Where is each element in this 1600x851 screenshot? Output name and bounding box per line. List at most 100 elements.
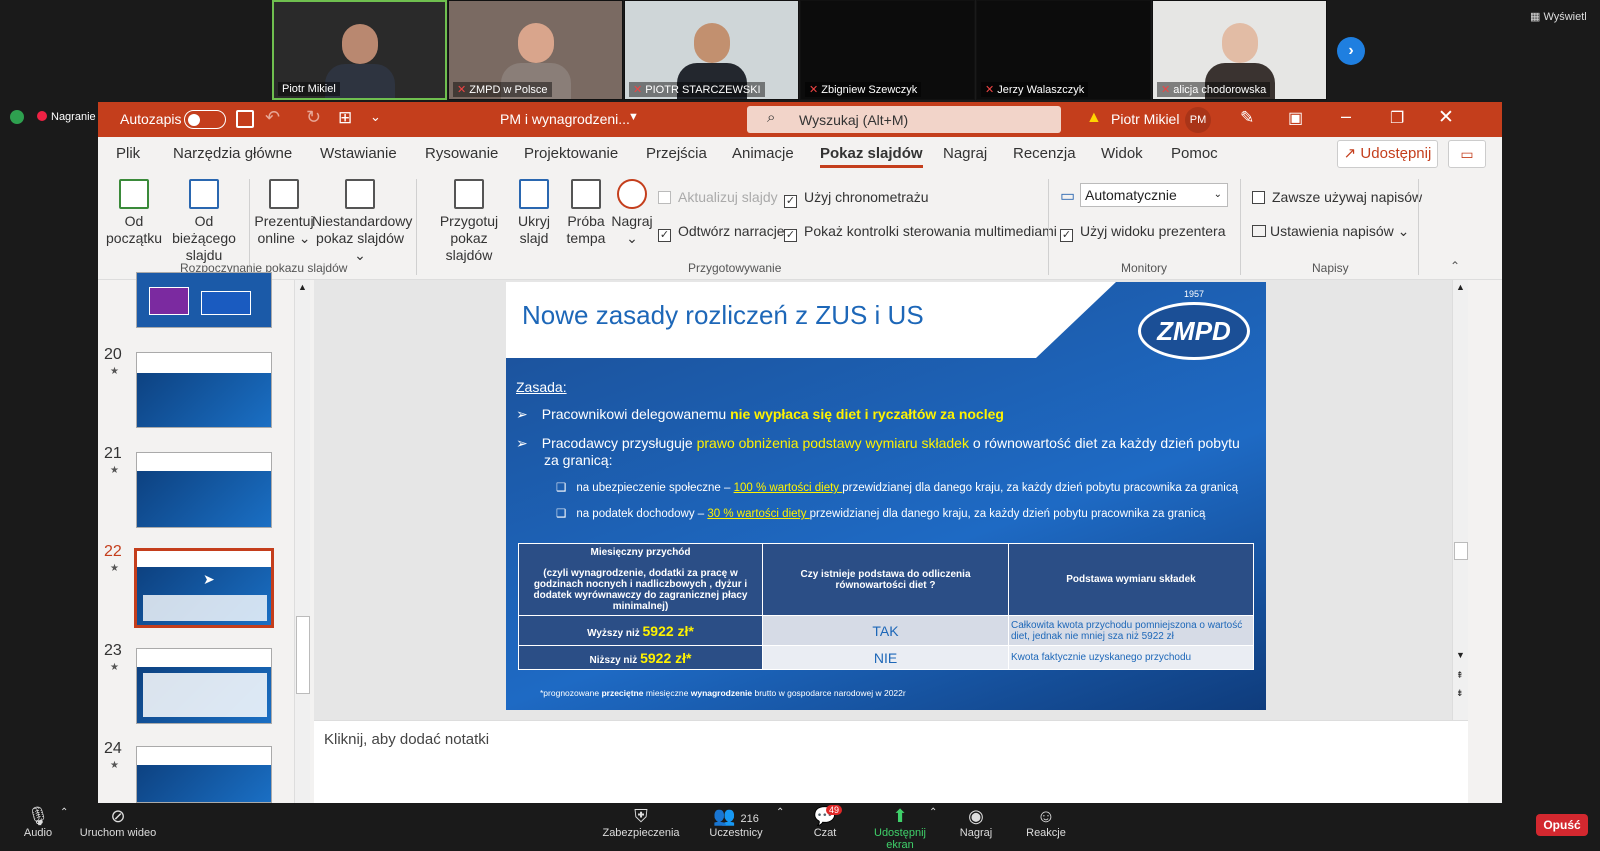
video-button[interactable]: ⊘ Uruchom wideo <box>78 803 158 839</box>
pen-icon[interactable]: ✎ <box>1240 108 1254 128</box>
tab-pokaz-slajdow[interactable]: Pokaz slajdów <box>820 145 923 168</box>
presentation-icon[interactable]: ⊞ <box>338 108 352 128</box>
slide-thumbnail[interactable] <box>136 452 272 528</box>
comments-button[interactable]: ▭ <box>1448 140 1486 168</box>
participant-tile[interactable]: ✕ Zbigniew Szewczyk <box>800 0 975 100</box>
scrollbar-thumb[interactable] <box>296 616 310 694</box>
search-box[interactable]: ⌕ Wyszukaj (Alt+M) <box>747 106 1061 133</box>
document-title[interactable]: PM i wynagrodzeni... <box>500 111 630 127</box>
participant-tile[interactable]: ✕ PIOTR STARCZEWSKI <box>624 0 799 100</box>
close-button[interactable]: ✕ <box>1438 106 1454 129</box>
update-slides-checkbox[interactable]: Aktualizuj slajdy <box>658 189 778 205</box>
monitor-select[interactable]: Automatycznie ⌄ <box>1080 183 1228 207</box>
undo-icon[interactable]: ↶ <box>265 107 280 128</box>
present-online-button[interactable]: Prezentuj online ⌄ <box>253 179 315 247</box>
avatar[interactable]: PM <box>1185 107 1211 133</box>
recording-indicator[interactable]: Nagranie <box>37 111 96 123</box>
arrow-bullet-icon: ➢ <box>516 435 528 451</box>
customize-toolbar-icon[interactable]: ⌄ <box>370 109 381 125</box>
slide-thumbnail[interactable] <box>136 272 272 328</box>
tab-plik[interactable]: Plik <box>116 145 140 162</box>
share-screen-button[interactable]: ⬆ Udostępnij ekran <box>860 803 940 851</box>
participant-name: Jerzy Walaszczyk <box>997 84 1085 96</box>
warning-icon[interactable]: ▲ <box>1086 109 1102 127</box>
slide-thumbnail[interactable] <box>136 746 272 803</box>
slide-number: 21 <box>104 445 122 462</box>
scroll-up-icon[interactable]: ▲ <box>298 282 307 292</box>
slide-thumbnail[interactable] <box>136 352 272 428</box>
always-captions-checkbox[interactable]: Zawsze używaj napisów <box>1252 189 1422 205</box>
participant-tile[interactable]: Piotr Mikiel <box>272 0 447 100</box>
next-participants-button[interactable]: › <box>1337 37 1365 65</box>
minimize-button[interactable]: – <box>1341 106 1351 127</box>
separator <box>1240 179 1241 275</box>
tab-projektowanie[interactable]: Projektowanie <box>524 145 618 162</box>
tab-recenzja[interactable]: Recenzja <box>1013 145 1076 162</box>
hide-slide-button[interactable]: Ukryj slajd <box>514 179 554 247</box>
slide-thumbnail[interactable] <box>136 648 272 724</box>
participants-icon: 👥 216 <box>713 806 759 826</box>
cursor-icon: ➤ <box>203 571 215 587</box>
notes-pane[interactable]: Kliknij, aby dodać notatki <box>314 720 1468 803</box>
audio-options-icon[interactable]: ⌃ <box>60 807 68 818</box>
participant-tile[interactable]: ✕ Jerzy Walaszczyk <box>976 0 1151 100</box>
redo-icon[interactable]: ↻ <box>306 107 321 128</box>
scroll-down-icon[interactable]: ▼ <box>1456 650 1465 660</box>
user-name[interactable]: Piotr Mikiel <box>1111 111 1179 127</box>
ribbon-display-icon[interactable]: ▣ <box>1288 108 1303 128</box>
previous-slide-icon[interactable]: ⇞ <box>1456 670 1464 681</box>
thumbnails-scrollbar[interactable]: ▲ <box>294 280 310 803</box>
collapse-ribbon-icon[interactable]: ⌃ <box>1450 259 1460 273</box>
security-button[interactable]: ⛨ Zabezpieczenia <box>600 803 682 839</box>
bullet-2: ➢ Pracodawcy przysługuje prawo obniżenia … <box>516 435 1240 468</box>
media-controls-checkbox[interactable]: ✓ Pokaż kontrolki sterowania multimediami <box>784 223 1057 242</box>
muted-mic-icon: ✕ <box>1161 84 1171 96</box>
tab-narzedzia-glowne[interactable]: Narzędzia główne <box>173 145 292 162</box>
zoom-record-button[interactable]: ◉ Nagraj <box>956 803 996 839</box>
presenter-view-checkbox[interactable]: ✓ Użyj widoku prezentera <box>1060 223 1226 242</box>
share-options-icon[interactable]: ⌃ <box>929 807 937 818</box>
participant-tile[interactable]: ✕ alicja chodorowska <box>1152 0 1327 100</box>
audio-button[interactable]: 🎙 Audio <box>18 803 58 839</box>
current-slide[interactable]: Nowe zasady rozliczeń z ZUS i US 1957 ZM… <box>506 282 1266 710</box>
reactions-button[interactable]: ☺ Reakcje <box>1026 803 1066 839</box>
title-dropdown-icon[interactable]: ▼ <box>628 111 639 123</box>
custom-show-button[interactable]: Niestandardowy pokaz slajdów ⌄ <box>312 179 412 264</box>
next-slide-icon[interactable]: ⇟ <box>1456 688 1464 699</box>
participant-name: Piotr Mikiel <box>278 82 340 96</box>
tab-animacje[interactable]: Animacje <box>732 145 794 162</box>
participant-tile[interactable]: ✕ ZMPD w Polsce <box>448 0 623 100</box>
tab-widok[interactable]: Widok <box>1101 145 1143 162</box>
participants-button[interactable]: 👥 216 Uczestnicy <box>706 803 766 839</box>
from-current-button[interactable]: Od bieżącego slajdu <box>162 179 246 264</box>
record-icon <box>617 179 647 209</box>
timer-icon <box>571 179 601 209</box>
autosave-label: Autozapis <box>120 111 182 127</box>
share-button[interactable]: ↗ Udostępnij <box>1337 140 1438 168</box>
mic-icon: 🎙 <box>26 806 50 826</box>
restore-button[interactable]: ❐ <box>1390 108 1404 128</box>
scroll-up-icon[interactable]: ▲ <box>1456 282 1465 292</box>
tab-pomoc[interactable]: Pomoc <box>1171 145 1218 162</box>
tab-wstawianie[interactable]: Wstawianie <box>320 145 397 162</box>
view-button[interactable]: ▦ Wyświetl <box>1530 10 1587 23</box>
from-start-button[interactable]: Od początku <box>106 179 162 247</box>
caption-settings-button[interactable]: Ustawienia napisów ⌄ <box>1252 223 1409 240</box>
muted-mic-icon: ✕ <box>809 84 819 96</box>
save-icon[interactable] <box>236 110 254 128</box>
rehearse-timings-button[interactable]: Próba tempa <box>564 179 608 247</box>
leave-button[interactable]: Opuść <box>1536 814 1588 836</box>
tab-przejscia[interactable]: Przejścia <box>646 145 707 162</box>
tab-rysowanie[interactable]: Rysowanie <box>425 145 498 162</box>
setup-show-button[interactable]: Przygotuj pokaz slajdów <box>426 179 512 264</box>
participants-options-icon[interactable]: ⌃ <box>776 807 784 818</box>
editor-scrollbar[interactable]: ▲ ▼ ⇞ ⇟ <box>1452 280 1468 720</box>
autosave-toggle[interactable] <box>184 110 226 129</box>
play-narrations-checkbox[interactable]: ✓ Odtwórz narracje <box>658 223 785 242</box>
chevron-down-icon: ⌄ <box>1213 189 1222 200</box>
use-timings-checkbox[interactable]: ✓ Użyj chronometrażu <box>784 189 929 208</box>
slide-thumbnail-selected[interactable]: ➤ <box>134 548 274 628</box>
tab-nagraj[interactable]: Nagraj <box>943 145 987 162</box>
scrollbar-thumb[interactable] <box>1454 542 1468 560</box>
record-button[interactable]: Nagraj ⌄ <box>610 179 654 247</box>
